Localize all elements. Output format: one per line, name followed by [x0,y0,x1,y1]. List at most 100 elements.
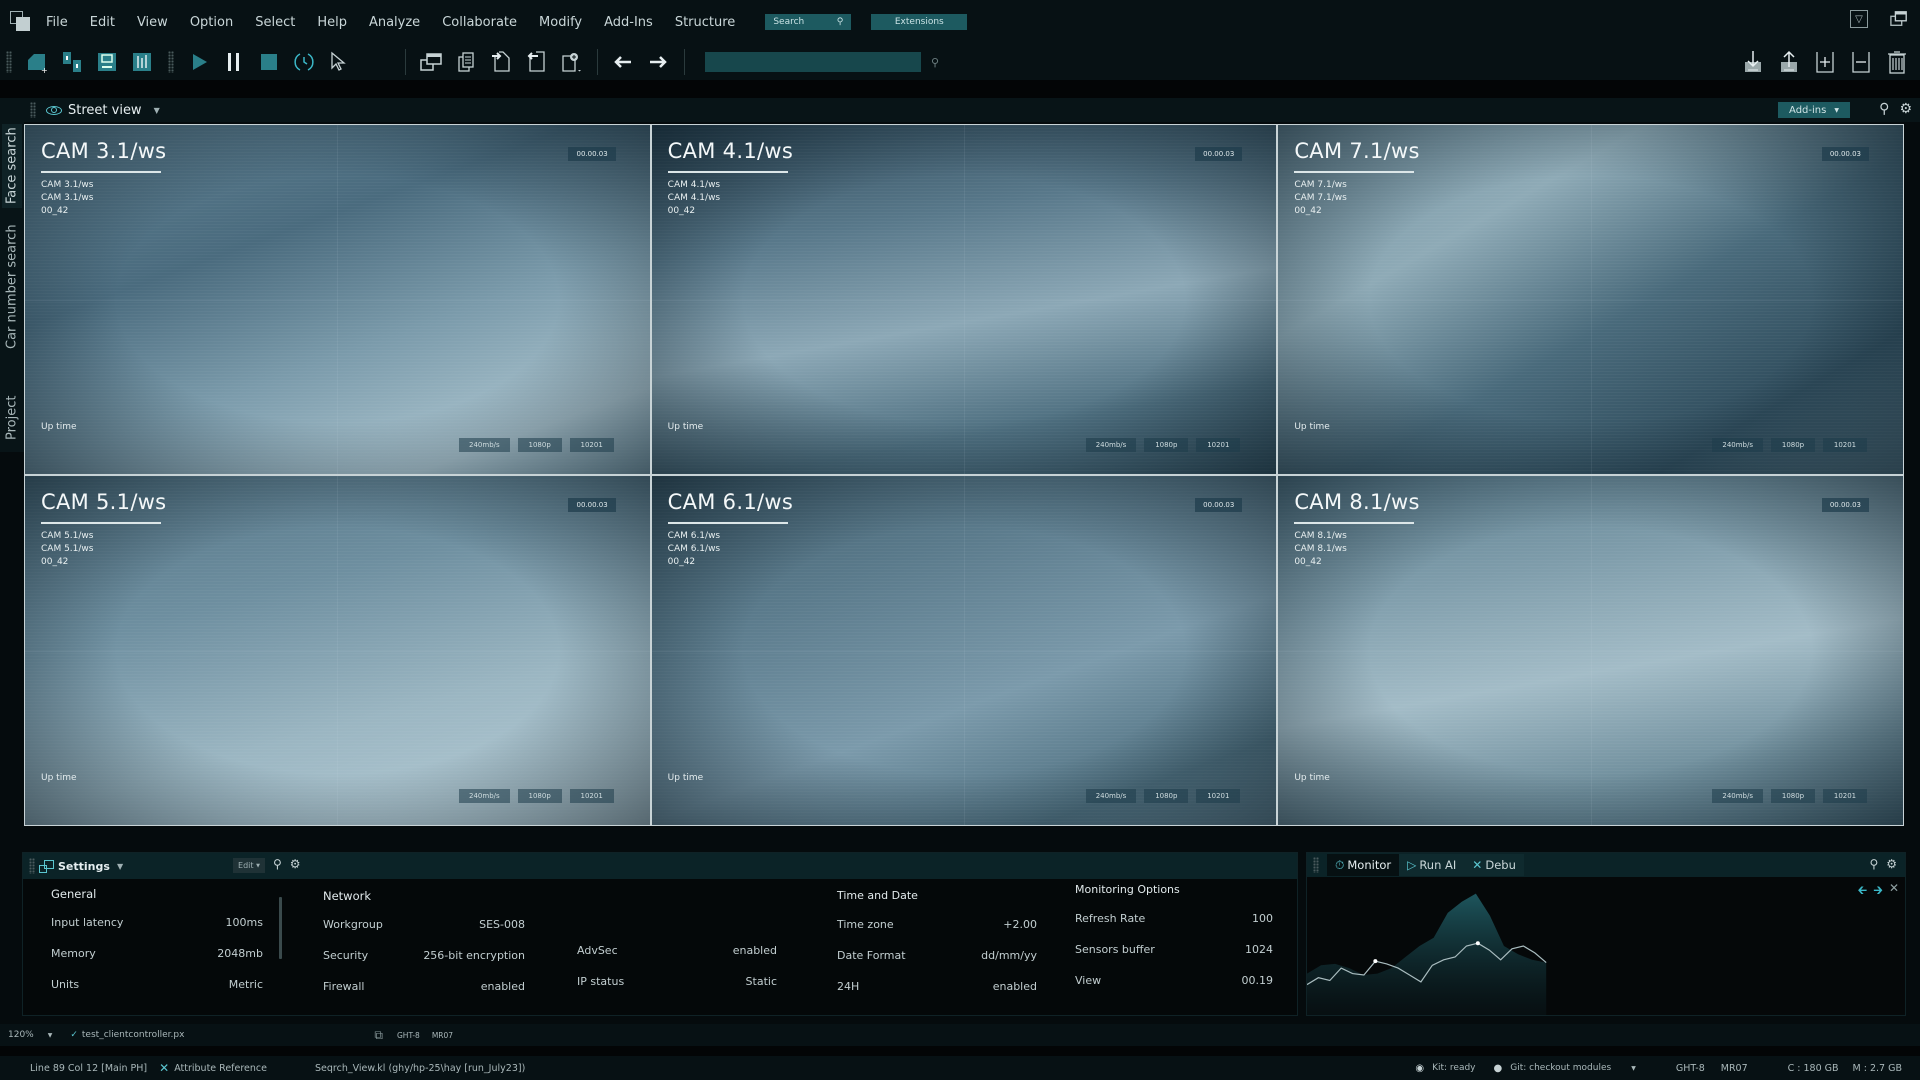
search-icon[interactable]: ⚲ [273,857,282,871]
setting-row-input-latency[interactable]: Input latency 100ms [51,907,263,938]
menu-file[interactable]: File [46,15,68,30]
search-icon[interactable]: ⚲ [931,56,939,69]
camera-feed-2[interactable]: CAM 4.1/ws CAM 4.1/ws CAM 4.1/ws 00_42 0… [651,125,1277,474]
edit-button[interactable]: Edit ▼ [233,858,265,873]
camera-feed-5[interactable]: CAM 6.1/ws CAM 6.1/ws CAM 6.1/ws 00_42 0… [651,476,1277,825]
settings-icon [39,860,54,873]
save-icon[interactable] [94,49,120,75]
dropdown-window-icon[interactable]: ▽ [1850,10,1868,28]
add-panel-icon[interactable] [1812,49,1838,75]
setting-row-ip-status[interactable]: IP status Static [577,966,777,997]
menu-edit[interactable]: Edit [90,15,115,30]
arrow-right-icon[interactable] [645,49,671,75]
settings-body: General Input latency 100ms Memory 2048mb … [23,879,1297,1015]
menu-view[interactable]: View [137,15,168,30]
stop-icon[interactable] [256,49,282,75]
toolbar-search-input[interactable] [705,52,921,72]
equalizer-icon[interactable] [129,49,155,75]
arrow-left-icon[interactable] [610,49,636,75]
camera-id: 10201 [1823,438,1867,452]
menu-option[interactable]: Option [190,15,233,30]
eye-icon [46,105,62,115]
gear-icon[interactable]: ⚙ [290,857,301,871]
git-status[interactable]: Git: checkout modules [1510,1063,1611,1073]
camera-feed-3[interactable]: CAM 7.1/ws CAM 7.1/ws CAM 7.1/ws 00_42 0… [1278,125,1903,474]
gear-icon[interactable]: ⚙ [1886,857,1897,871]
search-icon[interactable]: ⚲ [1869,857,1878,871]
arrow-right-icon[interactable]: 🡲 [1873,881,1883,902]
camera-stats: 240mb/s 1080p 10201 [1085,438,1241,452]
window-stack-icon[interactable] [418,49,444,75]
setting-row-24h[interactable]: 24H enabled [837,971,1037,1002]
side-tab-project[interactable]: Project [2,390,22,446]
menu-modify[interactable]: Modify [539,15,582,30]
monitor-grip[interactable] [1313,857,1319,873]
view-grip[interactable] [30,102,36,118]
tab-run-ai[interactable]: ▷ Run AI [1399,854,1465,876]
component-icon[interactable] [59,49,85,75]
export-file-icon[interactable] [523,49,549,75]
close-icon[interactable]: ✕ [1889,881,1899,902]
menu-search-button[interactable]: Search ⚲ [765,14,852,30]
setting-value: Static [745,975,777,988]
tab-debug[interactable]: ✕ Debu [1464,854,1524,876]
extensions-button[interactable]: Extensions [871,14,968,30]
camera-resolution: 1080p [1771,438,1815,452]
new-shape-icon[interactable]: + [24,49,50,75]
tab-monitor[interactable]: ⏱ Monitor [1327,854,1400,876]
pointer-icon[interactable] [326,49,352,75]
search-icon[interactable]: ⚲ [1879,101,1889,117]
camera-feed-6[interactable]: CAM 8.1/ws CAM 8.1/ws CAM 8.1/ws 00_42 0… [1278,476,1903,825]
settings-grip[interactable] [29,858,35,874]
camera-feed-1[interactable]: CAM 3.1/ws CAM 3.1/ws CAM 3.1/ws 00_42 0… [25,125,650,474]
remove-panel-icon[interactable] [1848,49,1874,75]
camera-info-line: CAM 7.1/ws [1294,193,1347,203]
close-x-icon[interactable]: ✕ [159,1061,169,1075]
scrollbar[interactable] [279,897,282,959]
setting-row-workgroup[interactable]: Workgroup SES-008 [323,909,525,940]
menu-structure[interactable]: Structure [675,15,735,30]
gear-icon[interactable]: ⚙ [1899,101,1912,117]
setting-row-advsec[interactable]: AdvSec enabled [577,935,777,966]
setting-row-refresh-rate[interactable]: Refresh Rate 100 [1075,903,1273,934]
add-file-icon[interactable] [558,49,584,75]
toolbar-grip[interactable] [6,51,12,73]
view-selector[interactable]: Street view ▼ [46,103,160,118]
chevron-down-icon[interactable]: ▼ [1631,1065,1636,1072]
arrow-left-icon[interactable]: 🡰 [1857,881,1867,902]
setting-row-firewall[interactable]: Firewall enabled [323,971,525,1002]
side-tab-face-search[interactable]: Face search [2,124,22,208]
download-icon[interactable] [1740,49,1766,75]
window-stack-icon[interactable] [1890,10,1908,28]
settings-title-dropdown[interactable]: Settings ▼ [39,860,123,873]
setting-row-view[interactable]: View 00.19 [1075,965,1273,996]
zoom-level[interactable]: 120% [8,1030,34,1040]
add-ins-button[interactable]: Add-ins ▼ [1778,102,1850,118]
menu-analyze[interactable]: Analyze [369,15,420,30]
copy-document-icon[interactable] [453,49,479,75]
setting-row-memory[interactable]: Memory 2048mb [51,938,263,969]
sync-icon[interactable] [291,49,317,75]
setting-row-time-zone[interactable]: Time zone +2.00 [837,909,1037,940]
toolbar-grip-2[interactable] [168,51,174,73]
test-file[interactable]: test_clientcontroller.px [82,1030,185,1040]
setting-row-date-format[interactable]: Date Format dd/mm/yy [837,940,1037,971]
setting-row-units[interactable]: Units Metric [51,969,263,1000]
play-icon[interactable] [186,49,212,75]
trash-icon[interactable] [1884,49,1910,75]
menu-collaborate[interactable]: Collaborate [442,15,517,30]
status-bar-top: 120% ▼ ✓ test_clientcontroller.px ⧉ GHT-… [0,1024,1920,1046]
import-file-icon[interactable] [488,49,514,75]
chevron-down-icon[interactable]: ▼ [48,1032,53,1039]
upload-icon[interactable] [1776,49,1802,75]
pause-icon[interactable] [221,49,247,75]
menu-add-ins[interactable]: Add-Ins [604,15,653,30]
camera-id: 10201 [569,438,614,452]
attribute-reference[interactable]: Attribute Reference [174,1063,267,1074]
setting-row-security[interactable]: Security 256-bit encryption [323,940,525,971]
camera-feed-4[interactable]: CAM 5.1/ws CAM 5.1/ws CAM 5.1/ws 00_42 0… [25,476,650,825]
menu-select[interactable]: Select [255,15,295,30]
menu-help[interactable]: Help [317,15,347,30]
setting-row-sensors-buffer[interactable]: Sensors buffer 1024 [1075,934,1273,965]
side-tab-car-number-search[interactable]: Car number search [2,222,22,352]
